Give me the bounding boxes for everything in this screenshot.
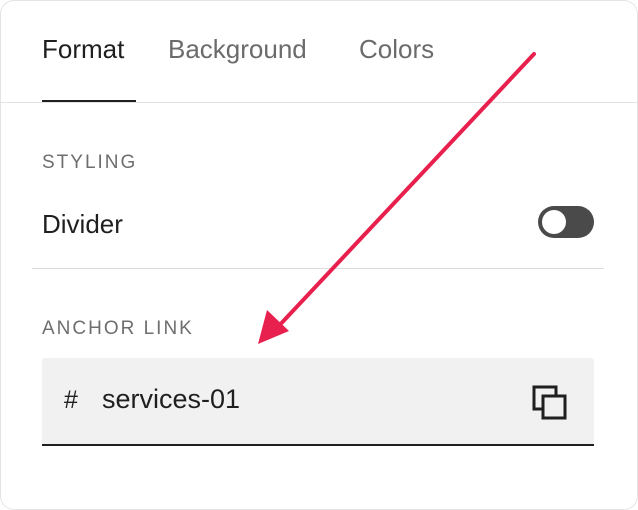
tabs-divider [0,102,638,103]
tab-background[interactable]: Background [168,32,307,66]
section-divider [32,268,604,269]
divider-label: Divider [42,209,123,239]
anchor-link-input[interactable]: # services-01 [42,358,594,446]
tab-format[interactable]: Format [42,32,124,66]
hash-prefix: # [64,386,78,414]
divider-toggle[interactable] [538,206,594,238]
format-panel: Format Background Colors STYLING Divider… [0,0,638,510]
styling-heading: STYLING [42,152,138,173]
anchor-link-heading: ANCHOR LINK [42,318,194,339]
tab-colors[interactable]: Colors [359,32,434,66]
toggle-knob [542,210,566,234]
copy-icon[interactable] [532,385,568,421]
anchor-link-value[interactable]: services-01 [102,384,240,415]
